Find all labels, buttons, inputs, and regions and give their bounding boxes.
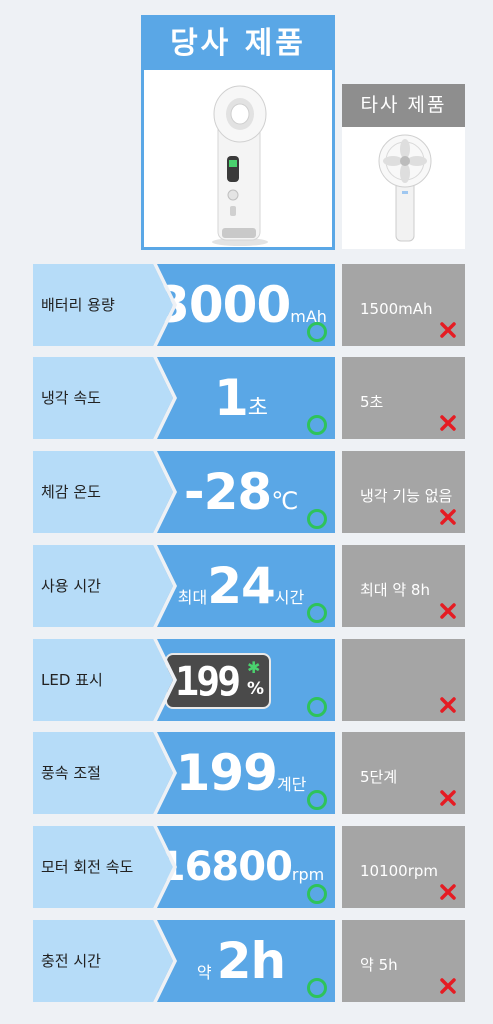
our-product-title: 당사 제품 (144, 18, 332, 70)
row-wind-speed-control: 풍속 조절 199계단 5단계 (33, 732, 465, 814)
row-perceived-temperature: 체감 온도 -28℃ 냉각 기능 없음 (33, 451, 465, 533)
check-circle-icon (307, 790, 327, 810)
arrow-divider (143, 920, 177, 1002)
our-value-unit: ℃ (271, 487, 299, 515)
row-label: 풍속 조절 (41, 764, 101, 782)
check-circle-icon (307, 884, 327, 904)
check-circle-icon (307, 509, 327, 529)
row-battery-capacity: 배터리 용량 3000mAh 1500mAh (33, 264, 465, 346)
cross-icon (440, 978, 456, 994)
led-unit: % (247, 679, 265, 699)
row-charging-time: 충전 시간 약 2h 약 5h (33, 920, 465, 1002)
cross-icon (440, 790, 456, 806)
our-value-unit: 시간 (274, 588, 305, 607)
check-circle-icon (307, 415, 327, 435)
row-cooling-speed: 냉각 속도 1초 5초 (33, 357, 465, 439)
other-value-cell: 5단계 (342, 732, 465, 814)
check-circle-icon (307, 603, 327, 623)
arrow-divider (143, 826, 177, 908)
other-value: 10100rpm (360, 862, 439, 880)
our-value-number: -28 (183, 463, 272, 521)
other-value-cell: 최대 약 8h (342, 545, 465, 627)
cross-icon (440, 697, 456, 713)
row-label: 냉각 속도 (41, 389, 101, 407)
other-value-cell: 냉각 기능 없음 (342, 451, 465, 533)
cross-icon (440, 509, 456, 525)
other-value: 최대 약 8h (360, 581, 430, 599)
our-value-number: 199 (175, 744, 278, 802)
row-label: 충전 시간 (41, 952, 101, 970)
row-label: 체감 온도 (41, 483, 101, 501)
cross-icon (440, 322, 456, 338)
other-value: 약 5h (360, 956, 398, 974)
our-value-number: 24 (207, 557, 276, 615)
other-value: 5초 (360, 393, 384, 411)
arrow-divider (143, 264, 177, 346)
other-value-cell: 1500mAh (342, 264, 465, 346)
our-value-prefix: 약 (196, 963, 212, 982)
row-motor-speed: 모터 회전 속도 16800rpm 10100rpm (33, 826, 465, 908)
led-indicator-icon: ✱ (247, 658, 261, 677)
check-circle-icon (307, 697, 327, 717)
row-usage-time: 사용 시간 최대24시간 최대 약 8h (33, 545, 465, 627)
row-label: LED 표시 (41, 671, 103, 689)
check-circle-icon (307, 322, 327, 342)
check-circle-icon (307, 978, 327, 998)
arrow-divider (143, 639, 177, 721)
arrow-divider (143, 732, 177, 814)
arrow-divider (143, 545, 177, 627)
mini-fan-product-image (342, 127, 465, 249)
other-value: 5단계 (360, 768, 398, 786)
our-product-header: 당사 제품 (141, 15, 335, 250)
our-value-unit: rpm (291, 865, 325, 884)
our-value-number: 1 (213, 369, 249, 427)
arrow-divider (143, 451, 177, 533)
other-value: 1500mAh (360, 300, 433, 318)
row-label: 모터 회전 속도 (41, 858, 134, 876)
other-product-header: 타사 제품 (342, 84, 465, 249)
other-value-cell: 10100rpm (342, 826, 465, 908)
our-value-unit: 초 (247, 396, 269, 421)
arrow-divider (143, 357, 177, 439)
other-value-cell (342, 639, 465, 721)
other-product-title: 타사 제품 (342, 84, 465, 127)
row-led-display: LED 표시 199 % ✱ (33, 639, 465, 721)
handheld-fan-product-image (144, 70, 332, 247)
row-label: 사용 시간 (41, 577, 101, 595)
our-value-number: 2h (216, 932, 286, 990)
other-value-cell: 5초 (342, 357, 465, 439)
cross-icon (440, 884, 456, 900)
our-value-unit: 계단 (276, 775, 307, 794)
other-value-cell: 약 5h (342, 920, 465, 1002)
cross-icon (440, 603, 456, 619)
comparison-page: 당사 제품 타사 제품 배터리 용량 3000mAh 1500mAh 냉각 속도… (0, 0, 493, 1024)
cross-icon (440, 415, 456, 431)
row-label: 배터리 용량 (41, 296, 115, 314)
led-digits: 199 (175, 659, 241, 705)
other-value: 냉각 기능 없음 (360, 487, 453, 505)
